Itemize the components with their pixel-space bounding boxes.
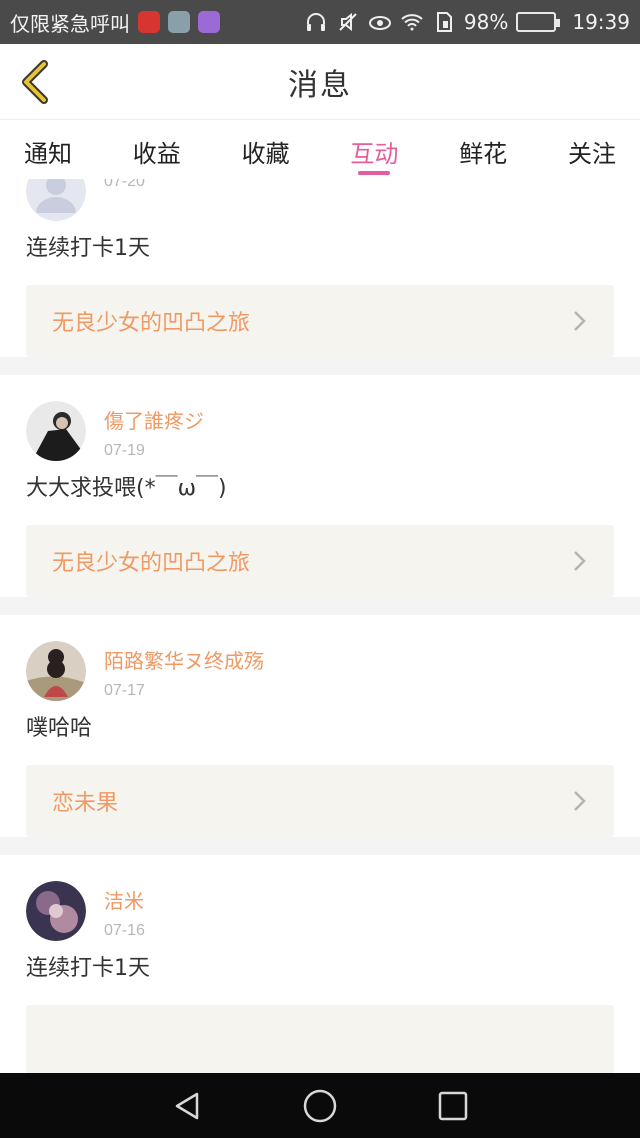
book-link[interactable]: 无良少女的凹凸之旅 xyxy=(26,525,614,597)
message-date: 07-16 xyxy=(104,922,145,939)
triangle-back-icon xyxy=(175,1092,198,1119)
message-date: 07-19 xyxy=(104,442,145,459)
sim-icon xyxy=(436,12,452,32)
message-text: 噗哈哈 xyxy=(26,716,93,741)
system-nav-bar xyxy=(0,1073,640,1138)
message-date: 07-20 xyxy=(104,179,145,190)
message-card: 洁米 07-16 连续打卡1天 xyxy=(0,855,640,1073)
book-title: 恋未果 xyxy=(52,791,119,816)
message-card: 07-20 连续打卡1天 无良少女的凹凸之旅 xyxy=(0,179,640,357)
title-bar: 消息 xyxy=(0,44,640,120)
message-text: 连续打卡1天 xyxy=(26,956,150,981)
avatar[interactable] xyxy=(26,179,86,221)
message-card: 傷了誰疼ジ 07-19 大大求投喂(*￣ω￣) 无良少女的凹凸之旅 xyxy=(0,375,640,597)
mute-icon xyxy=(339,12,357,32)
nav-back-button[interactable] xyxy=(167,1086,207,1126)
keyboard-icon xyxy=(198,11,220,33)
message-card: 陌路繁华ヌ终成殇 07-17 噗哈哈 恋未果 xyxy=(0,615,640,837)
avatar[interactable] xyxy=(26,401,86,461)
book-link[interactable]: 无良少女的凹凸之旅 xyxy=(26,285,614,357)
netease-music-icon xyxy=(138,11,160,33)
message-feed[interactable]: 07-20 连续打卡1天 无良少女的凹凸之旅 傷了誰疼ジ 07-19 大大求投喂… xyxy=(0,179,640,1073)
nav-home-button[interactable] xyxy=(300,1086,340,1126)
avatar[interactable] xyxy=(26,881,86,941)
status-bar: 仅限紧急呼叫 98% 19:39 xyxy=(0,0,640,44)
eye-icon xyxy=(368,16,391,30)
tab-following[interactable]: 关注 xyxy=(568,121,616,179)
square-recents-icon xyxy=(439,1091,468,1120)
tab-label: 通知 xyxy=(24,140,72,168)
tab-label: 互动 xyxy=(350,140,399,168)
book-title: 无良少女的凹凸之旅 xyxy=(52,551,251,576)
gallery-icon xyxy=(168,11,190,33)
book-title: 无良少女的凹凸之旅 xyxy=(52,311,251,336)
chevron-right-icon xyxy=(574,311,586,331)
tab-flowers[interactable]: 鲜花 xyxy=(459,121,507,179)
carrier-text: 仅限紧急呼叫 xyxy=(10,11,130,36)
battery-icon xyxy=(516,12,561,32)
book-link[interactable] xyxy=(26,1005,614,1073)
active-tab-indicator xyxy=(358,171,391,175)
headphones-icon xyxy=(306,13,325,31)
message-date: 07-17 xyxy=(104,682,145,699)
avatar[interactable] xyxy=(26,641,86,701)
tab-label: 收藏 xyxy=(241,140,290,168)
username[interactable]: 陌路繁华ヌ终成殇 xyxy=(104,645,264,674)
username[interactable]: 傷了誰疼ジ xyxy=(104,405,204,434)
chevron-left-icon[interactable] xyxy=(16,58,56,106)
circle-home-icon xyxy=(303,1089,337,1122)
wifi-icon xyxy=(401,14,423,31)
tab-label: 鲜花 xyxy=(459,140,508,168)
nav-recents-button[interactable] xyxy=(433,1086,473,1126)
username[interactable]: 洁米 xyxy=(104,885,145,914)
tab-favorites[interactable]: 收藏 xyxy=(242,121,290,179)
message-text: 大大求投喂(*￣ω￣) xyxy=(26,476,227,501)
tab-interactions[interactable]: 互动 xyxy=(350,121,398,179)
book-link[interactable]: 恋未果 xyxy=(26,765,614,837)
tab-earnings[interactable]: 收益 xyxy=(133,121,181,179)
tab-label: 关注 xyxy=(567,140,616,168)
chevron-right-icon xyxy=(574,791,586,811)
tab-notifications[interactable]: 通知 xyxy=(24,121,72,179)
chevron-right-icon xyxy=(574,551,586,571)
message-text: 连续打卡1天 xyxy=(26,236,150,261)
tab-label: 收益 xyxy=(132,140,181,168)
clock: 19:39 xyxy=(572,10,630,34)
tab-bar: 通知 收益 收藏 互动 鲜花 关注 xyxy=(0,121,640,179)
battery-percent: 98% xyxy=(463,10,509,34)
page-title: 消息 xyxy=(288,67,352,103)
